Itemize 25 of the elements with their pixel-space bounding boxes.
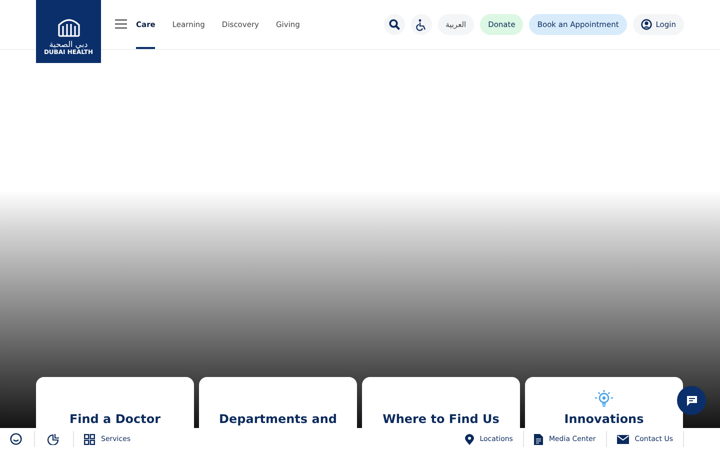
lightbulb-icon — [594, 389, 614, 409]
smiley-icon — [10, 433, 22, 445]
card-title: Find a Doctor — [69, 412, 161, 426]
card-title: Innovations — [564, 412, 644, 426]
wheelchair-icon — [416, 18, 426, 30]
menu-button[interactable] — [115, 19, 127, 29]
search-button[interactable] — [384, 14, 405, 35]
user-icon — [640, 19, 652, 30]
chat-icon — [686, 394, 698, 406]
envelope-icon — [616, 434, 629, 444]
card[interactable]: Innovations — [525, 377, 683, 428]
pin-icon — [464, 434, 474, 444]
building-icon — [56, 17, 80, 37]
menu-icon — [115, 19, 127, 29]
card-title: Departments and — [219, 412, 337, 426]
card-title: Where to Find Us — [382, 412, 500, 426]
card[interactable]: Find a Doctor — [36, 377, 194, 428]
grid-icon — [84, 434, 95, 444]
pie-chart-icon — [47, 433, 61, 445]
card[interactable]: Departments and — [199, 377, 357, 428]
accessibility-button[interactable] — [410, 14, 432, 35]
search-icon — [388, 19, 400, 30]
card[interactable]: Where to Find Us — [362, 377, 520, 428]
logo-arabic-text: دبي الصحية — [49, 40, 88, 49]
document-icon — [534, 434, 543, 444]
